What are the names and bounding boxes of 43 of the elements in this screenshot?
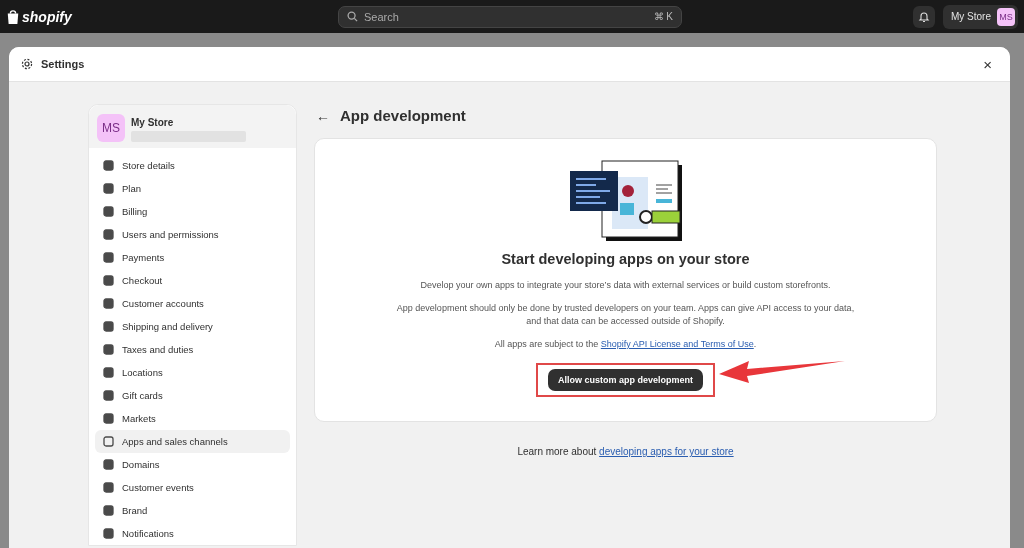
sidebar-item[interactable]: Locations (95, 361, 290, 384)
terms-link[interactable]: Shopify API License and Terms of Use (600, 339, 754, 350)
back-button[interactable]: ← (314, 107, 332, 124)
learn-more-link[interactable]: developing apps for your store (599, 446, 734, 458)
sidebar-item[interactable]: Domains (95, 453, 290, 476)
sidebar-item[interactable]: Taxes and duties (95, 338, 290, 361)
store-avatar: MS (97, 114, 125, 142)
store-avatar: MS (997, 7, 1015, 26)
logo-text: shopify (22, 8, 72, 25)
sidebar-item[interactable]: Payments (95, 246, 290, 269)
description-text: Develop your own apps to integrate your store’s data with external services or build custom storefronts. (420, 279, 831, 292)
close-button[interactable]: × (983, 55, 992, 73)
search-bar[interactable]: Search ⌘ K (338, 5, 682, 28)
sidebar-item[interactable]: Notifications (95, 522, 290, 545)
gear-icon (21, 58, 33, 70)
sidebar-item[interactable]: Gift cards (95, 384, 290, 407)
sidebar-item[interactable]: Markets (95, 407, 290, 430)
sidebar-item[interactable]: Plan (95, 177, 290, 200)
store-name: My Store (131, 117, 175, 128)
page-title: App development (340, 107, 466, 124)
card-heading: Start developing apps on your store (501, 251, 750, 267)
allow-development-button[interactable]: Allow custom app development (548, 369, 703, 392)
sidebar-item[interactable]: Shipping and delivery (95, 315, 290, 338)
search-icon (347, 11, 358, 22)
bell-icon (918, 10, 930, 23)
terms-text: All apps are subject to the Shopify API License and Terms of Use. (494, 338, 757, 352)
sidebar-item[interactable]: Customer accounts (95, 292, 290, 315)
notifications-button[interactable] (913, 5, 935, 28)
sidebar-item[interactable]: Store details (95, 154, 290, 177)
sidebar-item[interactable]: Customer events (95, 476, 290, 499)
keyboard-shortcut: ⌘ K (653, 11, 673, 22)
store-menu-button[interactable]: My Store MS (943, 4, 1018, 29)
sidebar-item[interactable]: Users and permissions (95, 223, 290, 246)
shopping-bag-icon (6, 8, 20, 25)
description-text: App development should only be done by trusted developers on your team. Apps can give API access to your data, and that data can be accessed outside of Shopify. (395, 302, 856, 329)
sidebar-item[interactable]: Brand (95, 499, 290, 522)
learn-more-text: Learn more about developing apps for your store (516, 446, 735, 458)
sidebar-item[interactable]: Billing (95, 200, 290, 223)
sidebar-item[interactable]: Checkout (95, 269, 290, 292)
search-field[interactable]: Search (364, 10, 648, 23)
shopify-logo[interactable]: shopify (6, 8, 338, 25)
sidebar-item[interactable]: Apps and sales channels (95, 430, 290, 453)
modal-title: Settings (41, 58, 85, 70)
